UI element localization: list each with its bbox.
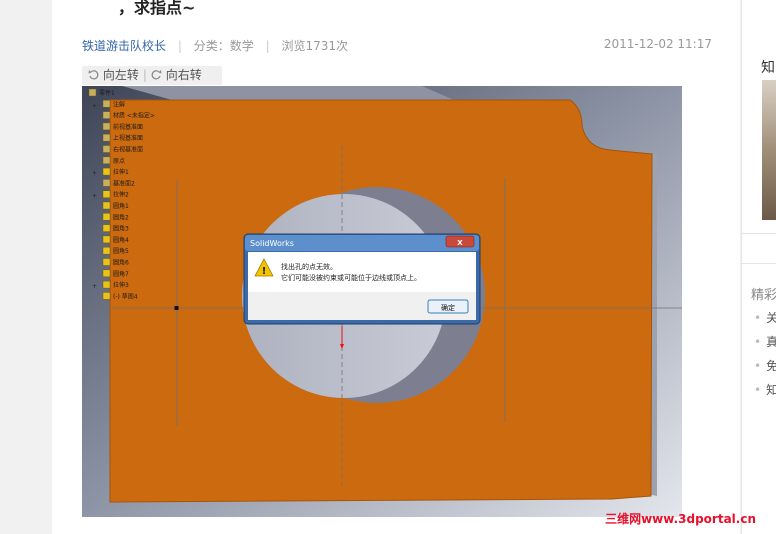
sidebar-featured-heading: 精彩 — [751, 288, 776, 303]
feature-tree-item[interactable]: 拉伸3 — [113, 281, 129, 289]
feature-icon — [102, 167, 111, 176]
feature-icon — [102, 122, 111, 131]
feature-tree-item[interactable]: 原点 — [113, 157, 125, 165]
solidworks-viewport: 零件1+ 注解材质 <未指定>前视基准面上视基准面右视基准面原点+ 拉伸1基准面2+… — [82, 86, 682, 517]
rotate-left-button[interactable]: 向左转 — [88, 66, 139, 85]
question-meta: 铁道游击队校长 | 分类：数学 | 浏览1731次 2011-12-02 11:… — [82, 37, 712, 54]
feature-tree-item[interactable]: 拉伸2 — [113, 191, 129, 199]
feature-icon — [102, 179, 111, 187]
sidebar-thumbnail[interactable] — [762, 80, 776, 220]
rotate-right-label: 向右转 — [165, 68, 202, 82]
feature-tree-item[interactable]: 拉伸1 — [113, 168, 129, 176]
watermark: 三维网www.3dportal.cn — [605, 512, 756, 526]
sidebar-link[interactable]: •关 — [754, 309, 776, 326]
part-top-face — [122, 86, 454, 100]
meta-divider: | — [265, 39, 270, 53]
image-rotate-toolbar: 向左转 | 向右转 — [82, 66, 222, 85]
rotate-left-icon — [88, 70, 99, 80]
close-icon: X — [457, 239, 463, 247]
feature-icon — [102, 235, 111, 244]
question-panel: ，求指点~ 铁道游击队校长 | 分类：数学 | 浏览1731次 2011-12-… — [52, 0, 740, 534]
views-count: 浏览1731次 — [281, 39, 348, 53]
sidebar-section-initial: 知 — [761, 60, 775, 76]
feature-icon — [88, 88, 97, 97]
feature-tree-item[interactable]: (-) 草图4 — [113, 292, 138, 300]
feature-icon — [102, 201, 111, 210]
feature-icon — [102, 190, 111, 198]
feature-tree-item[interactable]: 圆角7 — [113, 270, 129, 278]
feature-tree-item[interactable]: 圆角1 — [113, 202, 129, 210]
feature-tree-item[interactable]: 基准面2 — [113, 179, 135, 187]
toolbar-divider: | — [142, 68, 147, 82]
dialog-ok-label: 确定 — [441, 303, 455, 312]
feature-tree-item[interactable]: 圆角6 — [113, 259, 129, 267]
feature-icon — [102, 133, 111, 142]
feature-icon — [102, 246, 111, 255]
feature-tree-item[interactable]: 圆角3 — [113, 225, 129, 233]
right-sidebar: 知 精彩 •关 •真 •免 •知 — [741, 0, 776, 534]
tree-expand-icon[interactable]: + — [92, 283, 97, 290]
sidebar-link[interactable]: •真 — [754, 333, 776, 350]
feature-tree-item[interactable]: 圆角2 — [113, 213, 129, 221]
feature-tree-item[interactable]: 注解 — [113, 100, 125, 108]
tree-expand-icon[interactable]: + — [92, 102, 97, 109]
category-label[interactable]: 分类：数学 — [194, 39, 254, 53]
feature-icon — [102, 269, 111, 278]
error-dialog: SolidWorks X ! 找出孔的点无效。 它们可能没被约束或可能位于边线或… — [243, 233, 481, 325]
question-title: ，求指点~ — [118, 0, 196, 17]
feature-tree-item[interactable]: 上视基准面 — [113, 134, 143, 142]
feature-icon — [102, 292, 111, 300]
feature-icon — [102, 224, 111, 232]
feature-tree-item[interactable]: 零件1 — [99, 89, 115, 97]
dialog-message-line1: 找出孔的点无效。 — [281, 262, 337, 271]
feature-icon — [102, 280, 111, 289]
feature-tree-item[interactable]: 圆角4 — [113, 236, 129, 244]
feature-tree-item[interactable]: 右视基准面 — [113, 146, 143, 154]
dialog-title: SolidWorks — [250, 239, 294, 248]
tree-expand-icon[interactable]: + — [92, 193, 97, 200]
feature-icon — [102, 100, 111, 108]
dialog-message-line2: 它们可能没被约束或可能位于边线或顶点上。 — [281, 273, 421, 282]
feature-tree-item[interactable]: 前视基准面 — [113, 123, 143, 131]
rotate-right-icon — [151, 70, 162, 80]
feature-icon — [102, 145, 111, 153]
meta-divider: | — [177, 39, 182, 53]
sidebar-link[interactable]: •免 — [754, 357, 776, 374]
rotate-right-button[interactable]: 向右转 — [151, 66, 202, 85]
sidebar-divider — [742, 233, 776, 234]
feature-tree-item[interactable]: 圆角5 — [113, 247, 129, 255]
feature-tree-item[interactable]: 材质 <未指定> — [113, 112, 155, 120]
sidebar-divider — [742, 263, 776, 264]
tree-expand-icon[interactable]: + — [92, 170, 97, 177]
rotate-left-label: 向左转 — [102, 68, 139, 82]
post-datetime: 2011-12-02 11:17 — [603, 37, 712, 51]
warning-icon-glyph: ! — [262, 266, 267, 277]
feature-icon — [102, 258, 111, 266]
sidebar-link[interactable]: •知 — [754, 381, 776, 398]
feature-icon — [102, 111, 111, 119]
author-link[interactable]: 铁道游击队校长 — [82, 39, 166, 53]
feature-icon — [102, 213, 111, 221]
sketch-point — [174, 306, 179, 310]
solidworks-screenshot[interactable]: 零件1 + 注解 材质 <未指定> 前视基准面 上视基准面 右视基准面 原点 + 拉伸1 基准面2 +… — [82, 86, 682, 517]
feature-icon — [102, 156, 111, 165]
